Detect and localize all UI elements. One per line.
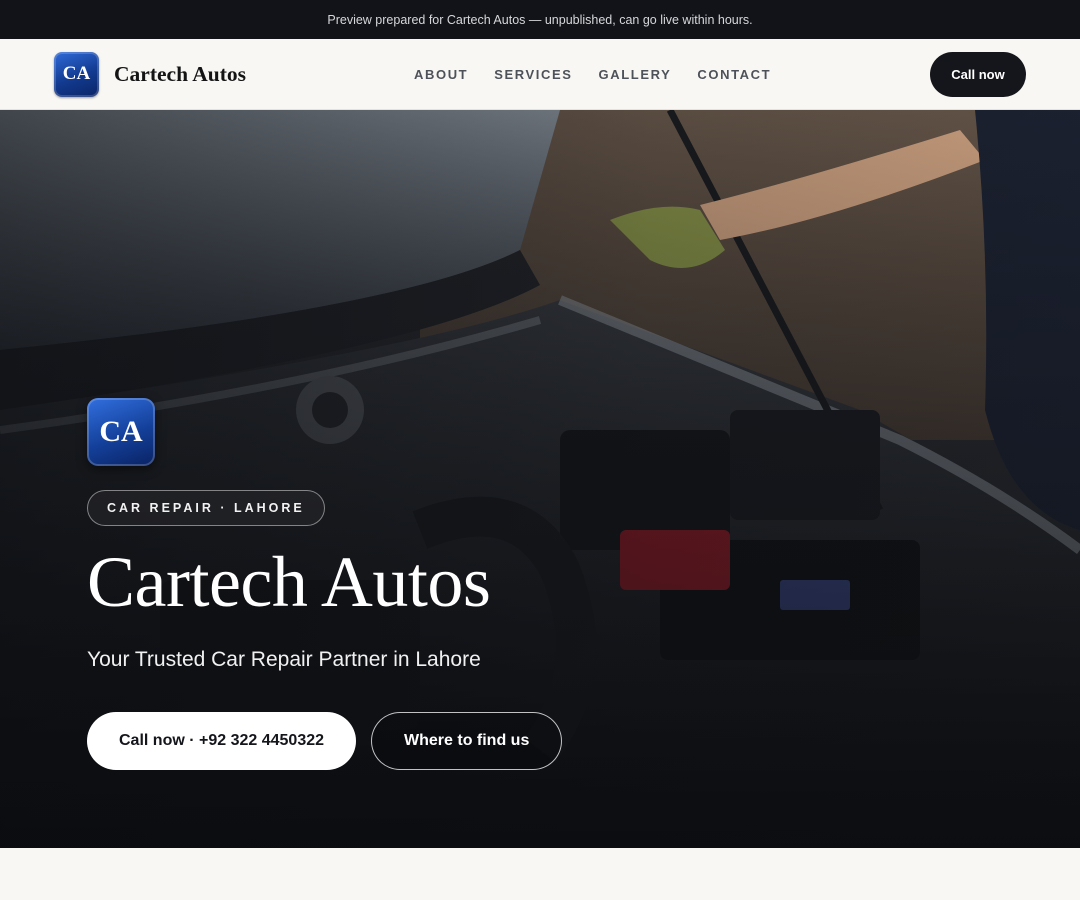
nav-link-about[interactable]: ABOUT bbox=[414, 67, 468, 82]
hero-actions: Call now · +92 322 4450322 Where to find… bbox=[87, 712, 563, 770]
hero-subtitle: Your Trusted Car Repair Partner in Lahor… bbox=[87, 648, 481, 671]
nav-link-services[interactable]: SERVICES bbox=[494, 67, 572, 82]
nav-link-gallery[interactable]: GALLERY bbox=[599, 67, 672, 82]
call-now-button[interactable]: Call now bbox=[930, 51, 1026, 97]
preview-banner: Preview prepared for Cartech Autos — unp… bbox=[0, 0, 1080, 39]
brand-logo: CA bbox=[54, 51, 99, 97]
brand-logo-initials: CA bbox=[62, 63, 91, 84]
nav-link-contact[interactable]: CONTACT bbox=[697, 67, 771, 82]
brand[interactable]: CA Cartech Autos bbox=[54, 51, 246, 97]
preview-banner-text: Preview prepared for Cartech Autos — unp… bbox=[327, 12, 753, 27]
hero-title: Cartech Autos bbox=[87, 542, 491, 622]
site-header: CA Cartech Autos ABOUT SERVICES GALLERY … bbox=[0, 39, 1080, 110]
hero-content: CA CAR REPAIR · LAHORE Cartech Autos You… bbox=[87, 398, 563, 770]
call-phone-button[interactable]: Call now · +92 322 4450322 bbox=[87, 712, 357, 770]
hero-logo-initials: CA bbox=[99, 415, 143, 448]
main-nav: ABOUT SERVICES GALLERY CONTACT bbox=[414, 39, 771, 110]
hero-tagline-badge: CAR REPAIR · LAHORE bbox=[87, 490, 325, 526]
brand-name: Cartech Autos bbox=[114, 61, 246, 86]
hero-section: CA CAR REPAIR · LAHORE Cartech Autos You… bbox=[0, 110, 1080, 848]
hero-logo: CA bbox=[87, 398, 155, 466]
next-section bbox=[0, 848, 1080, 900]
find-us-button[interactable]: Where to find us bbox=[371, 712, 563, 770]
